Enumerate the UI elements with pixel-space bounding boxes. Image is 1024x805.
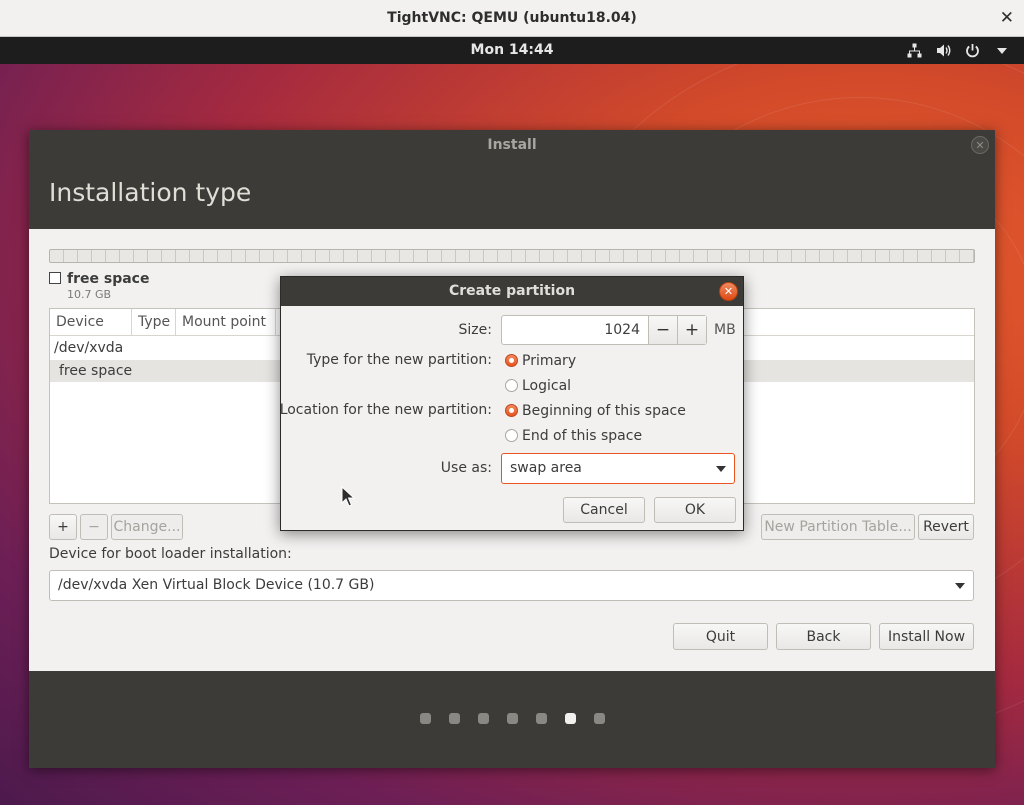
- location-label: Location for the new partition:: [279, 402, 492, 418]
- vnc-close-icon[interactable]: ✕: [1000, 8, 1014, 28]
- type-logical-radio[interactable]: [505, 379, 518, 392]
- location-end-label[interactable]: End of this space: [522, 428, 642, 444]
- type-primary-radio[interactable]: [505, 354, 518, 367]
- add-partition-button[interactable]: +: [49, 514, 77, 540]
- quit-button[interactable]: Quit: [673, 623, 768, 650]
- progress-dot: [448, 713, 460, 724]
- installer-title: Install: [487, 137, 537, 153]
- mouse-cursor-icon: [341, 485, 356, 512]
- dialog-titlebar: Create partition ✕: [281, 277, 743, 306]
- menu-caret-icon[interactable]: [993, 42, 1010, 59]
- vnc-titlebar: TightVNC: QEMU (ubuntu18.04) ✕: [0, 0, 1024, 37]
- use-as-label: Use as:: [440, 460, 492, 476]
- network-icon[interactable]: [906, 42, 923, 59]
- size-unit: MB: [714, 322, 736, 338]
- installer-footer: [29, 671, 995, 768]
- dialog-close-icon[interactable]: ✕: [719, 282, 738, 301]
- bootloader-value: /dev/xvda Xen Virtual Block Device (10.7…: [58, 577, 375, 593]
- dialog-title: Create partition: [448, 283, 576, 299]
- installer-titlebar: Install ✕: [29, 130, 995, 160]
- legend-size: 10.7 GB: [67, 288, 112, 301]
- vnc-title: TightVNC: QEMU (ubuntu18.04): [387, 10, 637, 26]
- bootloader-select[interactable]: /dev/xvda Xen Virtual Block Device (10.7…: [49, 570, 974, 601]
- chevron-down-icon: [716, 466, 726, 472]
- change-partition-button[interactable]: Change...: [111, 514, 183, 540]
- type-logical-label[interactable]: Logical: [522, 378, 571, 394]
- progress-dot: [593, 713, 605, 724]
- system-tray[interactable]: [906, 42, 1010, 59]
- location-end-radio[interactable]: [505, 429, 518, 442]
- power-icon[interactable]: [964, 42, 981, 59]
- ok-button[interactable]: OK: [654, 497, 736, 523]
- progress-dot: [506, 713, 518, 724]
- disk-usage-bar: [49, 249, 975, 263]
- column-type[interactable]: Type: [132, 309, 176, 336]
- progress-dot-active: [564, 713, 576, 724]
- use-as-select[interactable]: swap area: [501, 453, 735, 484]
- size-label: Size:: [458, 322, 492, 338]
- legend-name: free space: [67, 271, 150, 287]
- increase-size-button[interactable]: +: [677, 316, 706, 344]
- installer-header: Installation type: [29, 160, 995, 229]
- bootloader-label: Device for boot loader installation:: [49, 546, 292, 562]
- progress-dots: [29, 713, 995, 724]
- free-space-swatch: [49, 272, 61, 284]
- use-as-value: swap area: [510, 460, 582, 476]
- column-mount-point[interactable]: Mount point: [176, 309, 276, 336]
- location-begin-label[interactable]: Beginning of this space: [522, 403, 686, 419]
- progress-dot: [535, 713, 547, 724]
- size-spinbox[interactable]: 1024 − +: [501, 315, 707, 345]
- remove-partition-button[interactable]: −: [80, 514, 108, 540]
- install-now-button[interactable]: Install Now: [879, 623, 974, 650]
- progress-dot: [477, 713, 489, 724]
- installer-close-icon[interactable]: ✕: [971, 136, 989, 154]
- type-label: Type for the new partition:: [306, 352, 492, 368]
- page-title: Installation type: [49, 178, 252, 207]
- progress-dot: [419, 713, 431, 724]
- chevron-down-icon: [955, 583, 965, 589]
- back-button[interactable]: Back: [776, 623, 871, 650]
- revert-button[interactable]: Revert: [918, 514, 974, 540]
- clock[interactable]: Mon 14:44: [0, 42, 1024, 58]
- type-primary-label[interactable]: Primary: [522, 353, 576, 369]
- cancel-button[interactable]: Cancel: [563, 497, 645, 523]
- column-device[interactable]: Device: [50, 309, 132, 336]
- new-partition-table-button[interactable]: New Partition Table...: [761, 514, 915, 540]
- size-value[interactable]: 1024: [604, 322, 640, 338]
- top-panel: Mon 14:44: [0, 37, 1024, 64]
- decrease-size-button[interactable]: −: [648, 316, 677, 344]
- location-begin-radio[interactable]: [505, 404, 518, 417]
- volume-icon[interactable]: [935, 42, 952, 59]
